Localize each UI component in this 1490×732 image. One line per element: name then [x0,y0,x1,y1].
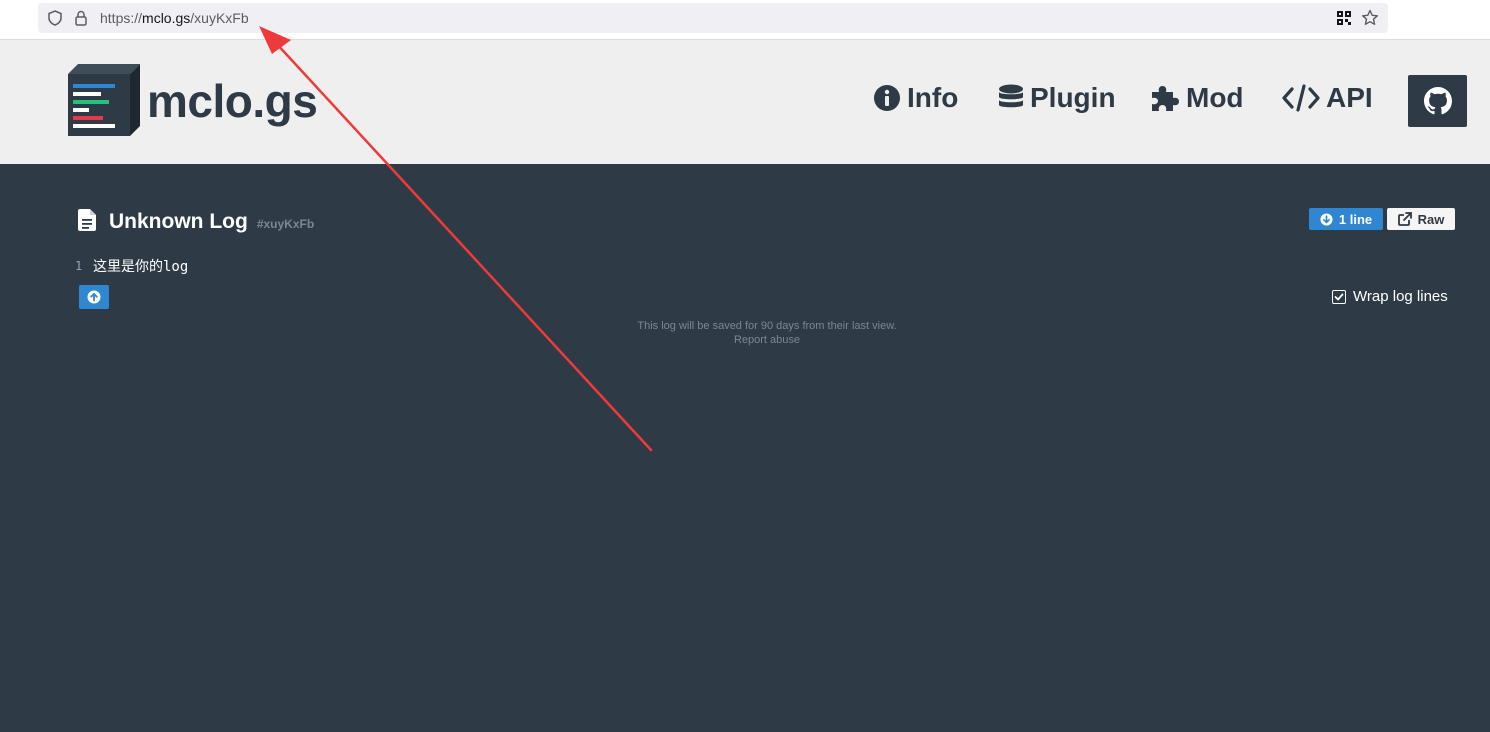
arrow-down-circle-icon [1320,212,1333,226]
wrap-label: Wrap log lines [1353,288,1448,305]
site-header: mclo.gs Info Plugin Mod API [0,40,1490,164]
qr-code-icon[interactable] [1336,10,1352,26]
url-host: mclo.gs [142,10,191,26]
url-scheme: https:// [100,10,143,26]
puzzle-icon [1152,86,1179,111]
log-id: #xuyKxFb [256,217,315,231]
file-document-icon [78,209,96,231]
shield-icon[interactable] [46,9,64,27]
scroll-up-button[interactable] [79,285,109,309]
database-icon [999,84,1023,108]
line-number[interactable]: 1 [75,259,87,273]
code-icon [1282,84,1320,112]
line-content: 这里是你的log [93,259,189,275]
nav-mod-link[interactable]: Mod [1150,82,1244,114]
checkmark-icon [1334,293,1344,300]
nav-plugin-link[interactable]: Plugin [998,82,1116,114]
arrow-up-circle-icon [87,290,101,304]
nav-info-label: Info [907,82,959,113]
log-title: Unknown Log [109,210,248,233]
log-line: 1 这里是你的log [75,256,188,276]
report-abuse-link[interactable]: Report abuse [517,333,1017,347]
nav-mod-label: Mod [1186,82,1244,113]
bookmark-star-icon[interactable] [1360,8,1380,28]
external-link-icon [1397,212,1412,226]
github-icon [1423,87,1452,115]
footer-notice: This log will be saved for 90 days from … [517,319,1017,347]
nav-info-link[interactable]: Info [873,82,958,114]
info-circle-icon [874,85,900,111]
raw-label: Raw [1417,211,1445,227]
mclogs-logo-icon[interactable] [68,64,140,136]
retention-notice: This log will be saved for 90 days from … [637,320,897,332]
brand-name[interactable]: mclo.gs [147,74,318,128]
github-button[interactable] [1408,75,1467,127]
nav-plugin-label: Plugin [1030,82,1116,113]
raw-button[interactable]: Raw [1387,208,1455,230]
url-path: /xuyKxFb [190,10,249,26]
wrap-checkbox[interactable] [1332,289,1346,304]
wrap-log-lines-toggle[interactable]: Wrap log lines [1332,288,1448,305]
address-bar[interactable]: https://mclo.gs/xuyKxFb [38,3,1388,33]
browser-toolbar: https://mclo.gs/xuyKxFb [0,0,1490,40]
nav-api-link[interactable]: API [1282,82,1373,114]
line-count-button[interactable]: 1 line [1309,208,1383,230]
lock-icon[interactable] [72,9,90,27]
line-count-label: 1 line [1338,211,1373,227]
url-text[interactable]: https://mclo.gs/xuyKxFb [100,10,249,26]
log-title-row: Unknown Log #xuyKxFb [78,206,314,234]
nav-api-label: API [1326,82,1373,113]
